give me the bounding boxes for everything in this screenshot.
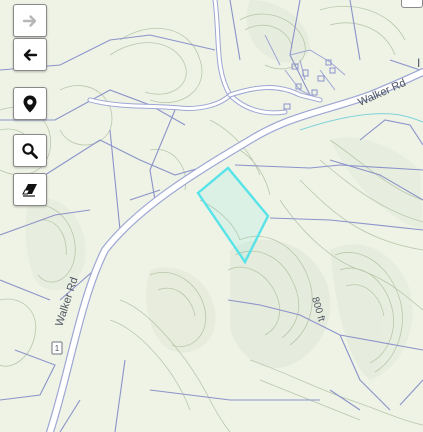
back-button[interactable] <box>13 38 47 71</box>
locate-button[interactable] <box>13 87 47 120</box>
forward-button[interactable] <box>13 4 47 37</box>
arrow-right-icon <box>22 14 37 27</box>
arrow-left-icon <box>23 48 38 61</box>
map-edge-letter: I <box>417 56 420 70</box>
map-corner-control[interactable] <box>401 0 423 8</box>
magnifier-icon <box>22 142 38 159</box>
topo-map[interactable]: 1 Walker Rd Walker Rd 800 ft I <box>0 0 423 432</box>
route-shield: 1 <box>51 341 63 355</box>
eraser-button[interactable] <box>13 173 47 206</box>
search-button[interactable] <box>13 134 47 167</box>
eraser-icon <box>22 183 37 197</box>
map-pin-icon <box>23 95 37 112</box>
svg-text:1: 1 <box>55 344 60 353</box>
